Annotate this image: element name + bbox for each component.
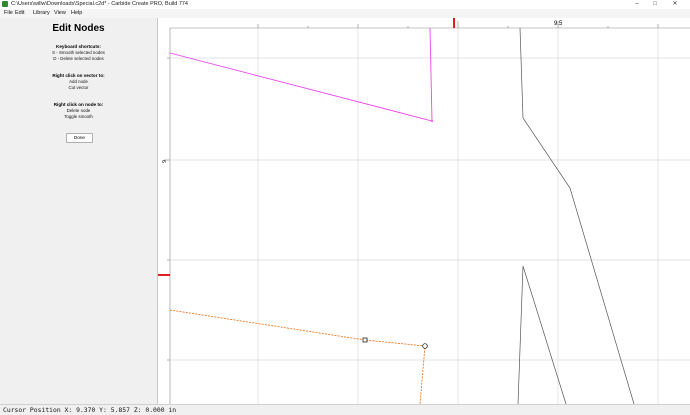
vector-action-cut: Cut vector xyxy=(68,85,89,90)
magenta-vector-node[interactable] xyxy=(431,120,433,122)
done-button[interactable]: Done xyxy=(66,133,93,143)
shortcut-delete: D - Delete selected nodes xyxy=(53,56,104,61)
ruler-y-label: 6 xyxy=(160,160,166,163)
close-button[interactable]: ✕ xyxy=(668,0,682,9)
status-bar: Cursor Position X: 9.370 Y: 5.857 Z: 0.0… xyxy=(0,404,690,415)
app-icon xyxy=(2,1,8,7)
node-action-toggle-smooth: Toggle smooth xyxy=(64,114,93,119)
orange-selected-vector-path[interactable] xyxy=(169,309,426,404)
left-ruler xyxy=(158,18,170,404)
maximize-button[interactable]: □ xyxy=(648,0,662,9)
menu-bar: File Edit Library View Help xyxy=(0,9,690,18)
orange-vector-smooth-node[interactable] xyxy=(422,343,428,349)
gray-vector-path-upper[interactable] xyxy=(519,27,635,404)
menu-edit[interactable]: Edit xyxy=(15,9,24,18)
edit-nodes-panel: Edit Nodes Keyboard shortcuts: S - Smoot… xyxy=(0,18,158,404)
ruler-x-cursor-marker xyxy=(453,18,455,28)
menu-library[interactable]: Library xyxy=(33,9,50,18)
orange-vector-square-node[interactable] xyxy=(362,337,368,343)
magenta-vector-path[interactable] xyxy=(169,27,433,122)
menu-help[interactable]: Help xyxy=(71,9,82,18)
top-ruler xyxy=(158,18,690,28)
menu-view[interactable]: View xyxy=(54,9,66,18)
design-canvas[interactable]: 9.5 6 xyxy=(158,18,690,404)
ruler-y-cursor-marker xyxy=(158,274,170,276)
ruler-x-label: 9.5 xyxy=(554,21,563,27)
window-title: C:\Users\willw\Downloads\Special.c2d* - … xyxy=(11,1,188,7)
minimize-button[interactable]: – xyxy=(630,0,644,9)
gray-vector-path-lower[interactable] xyxy=(517,265,567,404)
canvas-grid xyxy=(170,28,690,404)
menu-file[interactable]: File xyxy=(4,9,13,18)
panel-heading: Edit Nodes xyxy=(52,23,105,34)
